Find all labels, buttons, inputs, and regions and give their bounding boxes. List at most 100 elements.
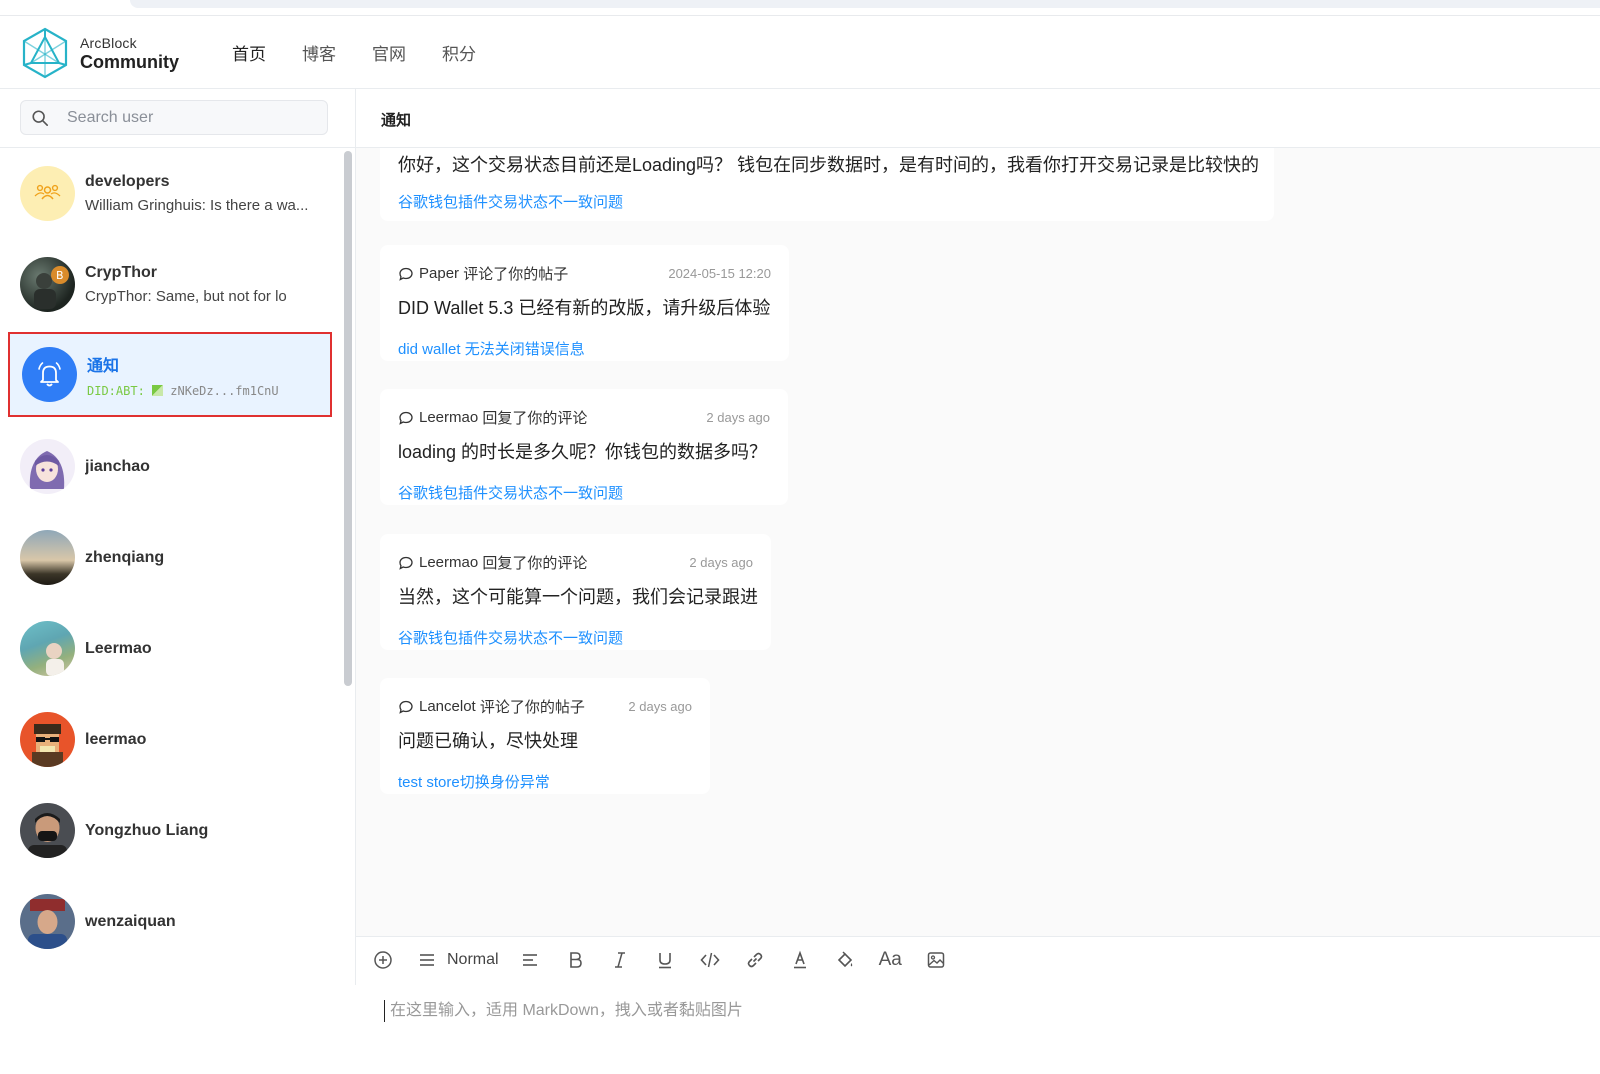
notification-panel: 通知 你好，这个交易状态目前还是Loading吗？ 钱包在同步数据时，是有时间的… (356, 89, 1600, 1074)
nav-home[interactable]: 首页 (232, 40, 266, 65)
notification-body: 当然，这个可能算一个问题，我们会记录跟进 (398, 587, 758, 607)
user-item-leermao[interactable]: Leermao (0, 603, 340, 694)
user-item-yongzhuo-liang[interactable]: Yongzhuo Liang (0, 785, 340, 876)
notification-time: 2 days ago (628, 699, 692, 714)
notification-post-link[interactable]: 谷歌钱包插件交易状态不一致问题 (398, 191, 1256, 212)
sidebar-scrollbar[interactable] (344, 151, 352, 686)
format-label: Normal (447, 951, 499, 968)
comment-icon (399, 556, 413, 570)
nav-blog[interactable]: 博客 (302, 40, 336, 65)
avatar-notifications (22, 347, 77, 402)
user-name: zhenqiang (85, 548, 165, 566)
comment-icon (399, 267, 413, 281)
avatar-wenzaiquan (20, 894, 75, 949)
underline-icon (658, 953, 671, 969)
avatar-yongzhuo-liang (20, 803, 75, 858)
code-button[interactable] (699, 949, 721, 971)
text-color-button[interactable] (789, 949, 811, 971)
font-size-button[interactable]: Aa (879, 949, 902, 971)
notification-body: 你好，这个交易状态目前还是Loading吗？ 钱包在同步数据时，是有时间的，我看… (398, 155, 1260, 175)
user-item-crypthor[interactable]: B CrypThor CrypThor: Same, but not for l… (0, 239, 340, 330)
notification-feed[interactable]: 你好，这个交易状态目前还是Loading吗？ 钱包在同步数据时，是有时间的，我看… (356, 148, 1600, 936)
search-user-input[interactable] (67, 108, 307, 127)
nav-points[interactable]: 积分 (442, 40, 476, 65)
did-address: DID:ABT: zNKeDz...fm1CnU (87, 384, 279, 398)
browser-chrome-strip (0, 0, 1600, 16)
nav-website[interactable]: 官网 (372, 40, 406, 65)
plus-circle-icon (374, 951, 392, 969)
notification-card: 你好，这个交易状态目前还是Loading吗？ 钱包在同步数据时，是有时间的，我看… (380, 148, 1274, 221)
paragraph-format-select[interactable]: Normal (417, 950, 499, 970)
comment-icon (399, 411, 413, 425)
avatar-zhenqiang (20, 530, 75, 585)
brand-line1: ArcBlock (80, 34, 137, 51)
notification-body: 问题已确认，尽快处理 (398, 731, 578, 751)
anime-avatar-icon (29, 451, 65, 489)
align-button[interactable] (519, 949, 541, 971)
user-name: developers (85, 173, 170, 190)
user-item-wenzaiquan[interactable]: wenzaiquan (0, 876, 340, 967)
notification-meta: Leermao 回复了你的评论 2 days ago (398, 552, 753, 573)
user-item-leermao-2[interactable]: leermao (0, 694, 340, 785)
search-box[interactable] (20, 100, 328, 135)
message-input[interactable]: 在这里输入，适用 MarkDown，拽入或者黏贴图片 (384, 1000, 743, 1022)
notification-action: 回复了你的评论 (482, 555, 588, 572)
notification-actor[interactable]: Paper (419, 265, 459, 282)
notification-post-link[interactable]: 谷歌钱包插件交易状态不一致问题 (398, 627, 753, 648)
notification-card: Leermao 回复了你的评论 2 days ago 当然，这个可能算一个问题，… (380, 534, 771, 650)
notification-card: Paper 评论了你的帖子 2024-05-15 12:20 DID Walle… (380, 245, 789, 361)
browser-address-bar (130, 0, 1600, 8)
avatar-crypthor: B (20, 257, 75, 312)
notification-post-link[interactable]: did wallet 无法关闭错误信息 (398, 338, 771, 359)
image-button[interactable] (925, 949, 947, 971)
notification-post-link[interactable]: test store切换身份异常 (398, 771, 692, 792)
bold-icon (569, 952, 582, 968)
user-preview: William Gringhuis: Is there a wa... (85, 197, 309, 214)
notification-actor[interactable]: Leermao (419, 554, 478, 571)
person-photo-icon (28, 899, 67, 949)
avatar-leermao (20, 621, 75, 676)
user-item-developers[interactable]: developers William Gringhuis: Is there a… (0, 148, 340, 239)
svg-text:B: B (56, 269, 64, 282)
bell-icon (38, 362, 61, 387)
align-left-icon (522, 954, 537, 966)
insert-button[interactable] (372, 949, 394, 971)
brand-line2: Community (80, 51, 179, 72)
user-list: developers William Gringhuis: Is there a… (0, 148, 340, 967)
paint-bucket-icon (837, 951, 852, 968)
user-item-notifications[interactable]: 通知 DID:ABT: zNKeDz...fm1CnU (8, 332, 332, 417)
notification-post-link[interactable]: 谷歌钱包插件交易状态不一致问题 (398, 482, 770, 503)
top-bar: ArcBlock Community 首页 博客 官网 积分 (0, 16, 1600, 89)
user-name: wenzaiquan (85, 912, 176, 930)
user-name: leermao (85, 730, 147, 748)
user-name: Leermao (85, 639, 152, 657)
link-button[interactable] (744, 949, 766, 971)
highlight-button[interactable] (834, 949, 856, 971)
code-icon (699, 952, 720, 968)
panel-title: 通知 (381, 112, 412, 129)
notification-card: Lancelot 评论了你的帖子 2 days ago 问题已确认，尽快处理 t… (380, 678, 710, 794)
arcblock-logo-icon (22, 27, 68, 79)
search-icon (32, 109, 49, 126)
editor-toolbar: Normal Aa (372, 949, 970, 971)
user-item-jianchao[interactable]: jianchao (0, 421, 340, 512)
notification-actor[interactable]: Lancelot (419, 698, 476, 715)
notification-body: loading 的时长是多久呢？你钱包的数据多吗？ (398, 442, 768, 462)
italic-button[interactable] (609, 949, 631, 971)
did-identicon-icon (152, 384, 164, 396)
text-color-icon (793, 950, 806, 969)
underline-button[interactable] (654, 949, 676, 971)
notification-actor[interactable]: Leermao (419, 409, 478, 426)
pixel-avatar-icon (32, 724, 63, 767)
user-item-zhenqiang[interactable]: zhenqiang (0, 512, 340, 603)
arcblock-logo[interactable]: ArcBlock Community (22, 26, 192, 80)
main-nav: 首页 博客 官网 积分 (232, 40, 476, 65)
comment-icon (399, 700, 413, 714)
notification-action: 评论了你的帖子 (463, 266, 569, 283)
notification-action: 回复了你的评论 (482, 410, 588, 427)
group-icon (34, 184, 61, 200)
link-icon (747, 952, 762, 968)
notification-time: 2 days ago (706, 410, 770, 425)
notification-card: Leermao 回复了你的评论 2 days ago loading 的时长是多… (380, 389, 788, 505)
bold-button[interactable] (564, 949, 586, 971)
